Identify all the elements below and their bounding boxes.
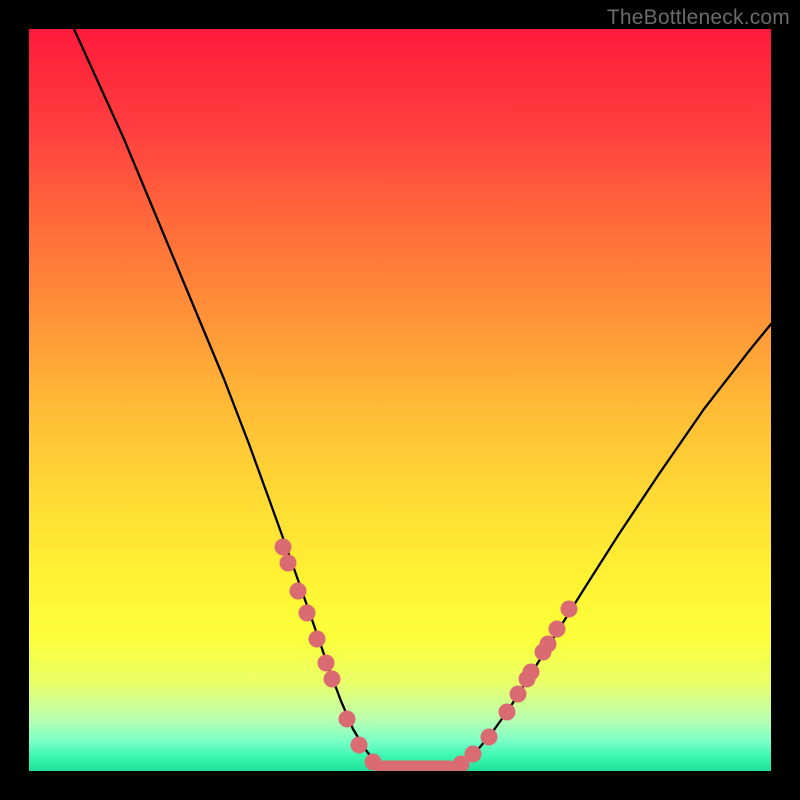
data-point xyxy=(523,664,540,681)
data-point xyxy=(535,644,552,661)
data-point xyxy=(540,636,557,653)
watermark-text: TheBottleneck.com xyxy=(607,6,790,30)
data-point xyxy=(453,756,470,772)
data-point xyxy=(510,686,527,703)
data-point xyxy=(309,631,326,648)
data-point xyxy=(280,555,297,572)
data-point xyxy=(275,539,292,556)
data-point xyxy=(318,655,335,672)
data-point xyxy=(499,704,516,721)
data-point xyxy=(481,729,498,746)
data-point xyxy=(549,621,566,638)
data-point xyxy=(351,737,368,754)
data-point xyxy=(324,671,341,688)
data-point xyxy=(561,601,578,618)
bottleneck-curve xyxy=(29,29,771,771)
data-point xyxy=(465,746,482,763)
data-point xyxy=(365,754,382,771)
plot-area xyxy=(29,29,771,771)
data-markers xyxy=(29,29,771,771)
data-point xyxy=(290,583,307,600)
data-point xyxy=(299,605,316,622)
data-point xyxy=(519,671,536,688)
data-point xyxy=(339,711,356,728)
chart-frame: TheBottleneck.com xyxy=(0,0,800,800)
